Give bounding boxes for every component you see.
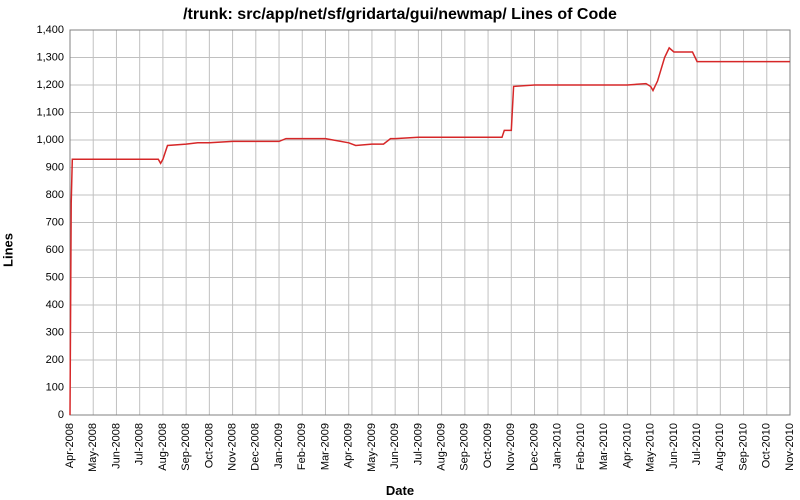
x-tick-label: May-2010	[645, 423, 657, 472]
y-tick-label: 1,400	[36, 24, 64, 36]
y-tick-label: 100	[46, 381, 64, 393]
x-tick-label: Dec-2009	[528, 423, 540, 471]
x-tick-label: Mar-2010	[598, 423, 610, 470]
x-tick-label: Aug-2010	[714, 423, 726, 471]
x-tick-label: Dec-2008	[250, 423, 262, 471]
chart: /trunk: src/app/net/sf/gridarta/gui/newm…	[0, 0, 800, 500]
x-tick-label: May-2008	[87, 423, 99, 472]
x-tick-label: Jun-2010	[668, 423, 680, 469]
y-tick-label: 1,300	[36, 51, 64, 63]
y-tick-label: 1,000	[36, 134, 64, 146]
x-tick-label: Apr-2010	[621, 423, 633, 468]
x-tick-label: Jul-2009	[412, 423, 424, 465]
y-tick-label: 1,200	[36, 79, 64, 91]
x-tick-label: Feb-2010	[575, 423, 587, 470]
y-tick-label: 1,100	[36, 106, 64, 118]
x-tick-label: Oct-2008	[203, 423, 215, 468]
x-tick-label: Sep-2010	[737, 423, 749, 471]
x-tick-label: Oct-2010	[761, 423, 773, 468]
x-tick-label: Apr-2009	[343, 423, 355, 468]
y-tick-label: 0	[58, 409, 64, 421]
y-tick-label: 600	[46, 244, 64, 256]
y-tick-label: 800	[46, 189, 64, 201]
x-tick-label: Jul-2010	[691, 423, 703, 465]
y-tick-label: 500	[46, 271, 64, 283]
x-tick-label: Aug-2008	[157, 423, 169, 471]
y-tick-label: 300	[46, 326, 64, 338]
y-tick-label: 400	[46, 299, 64, 311]
plot-area: 0 100 200 300 400 500 600 700 800 900 1,000 1,100 1,…	[0, 0, 800, 500]
x-tick-label: Nov-2009	[505, 423, 517, 471]
x-tick-label: Nov-2008	[226, 423, 238, 471]
y-tick-label: 200	[46, 354, 64, 366]
x-tick-label: Jan-2010	[552, 423, 564, 469]
x-tick-label: Apr-2008	[64, 423, 76, 468]
x-tick-label: Jun-2009	[389, 423, 401, 469]
x-tick-label: Oct-2009	[482, 423, 494, 468]
x-tick-label: Feb-2009	[296, 423, 308, 470]
x-tick-label: Jul-2008	[134, 423, 146, 465]
x-tick-label: Nov-2010	[784, 423, 796, 471]
x-tick-label: Mar-2009	[319, 423, 331, 470]
x-tick-label: Sep-2008	[180, 423, 192, 471]
x-tick-label: Aug-2009	[436, 423, 448, 471]
x-tick-label: Jan-2009	[273, 423, 285, 469]
x-tick-label: Jun-2008	[110, 423, 122, 469]
x-tick-label: May-2009	[366, 423, 378, 472]
y-tick-label: 900	[46, 161, 64, 173]
y-tick-label: 700	[46, 216, 64, 228]
x-tick-label: Sep-2009	[459, 423, 471, 471]
